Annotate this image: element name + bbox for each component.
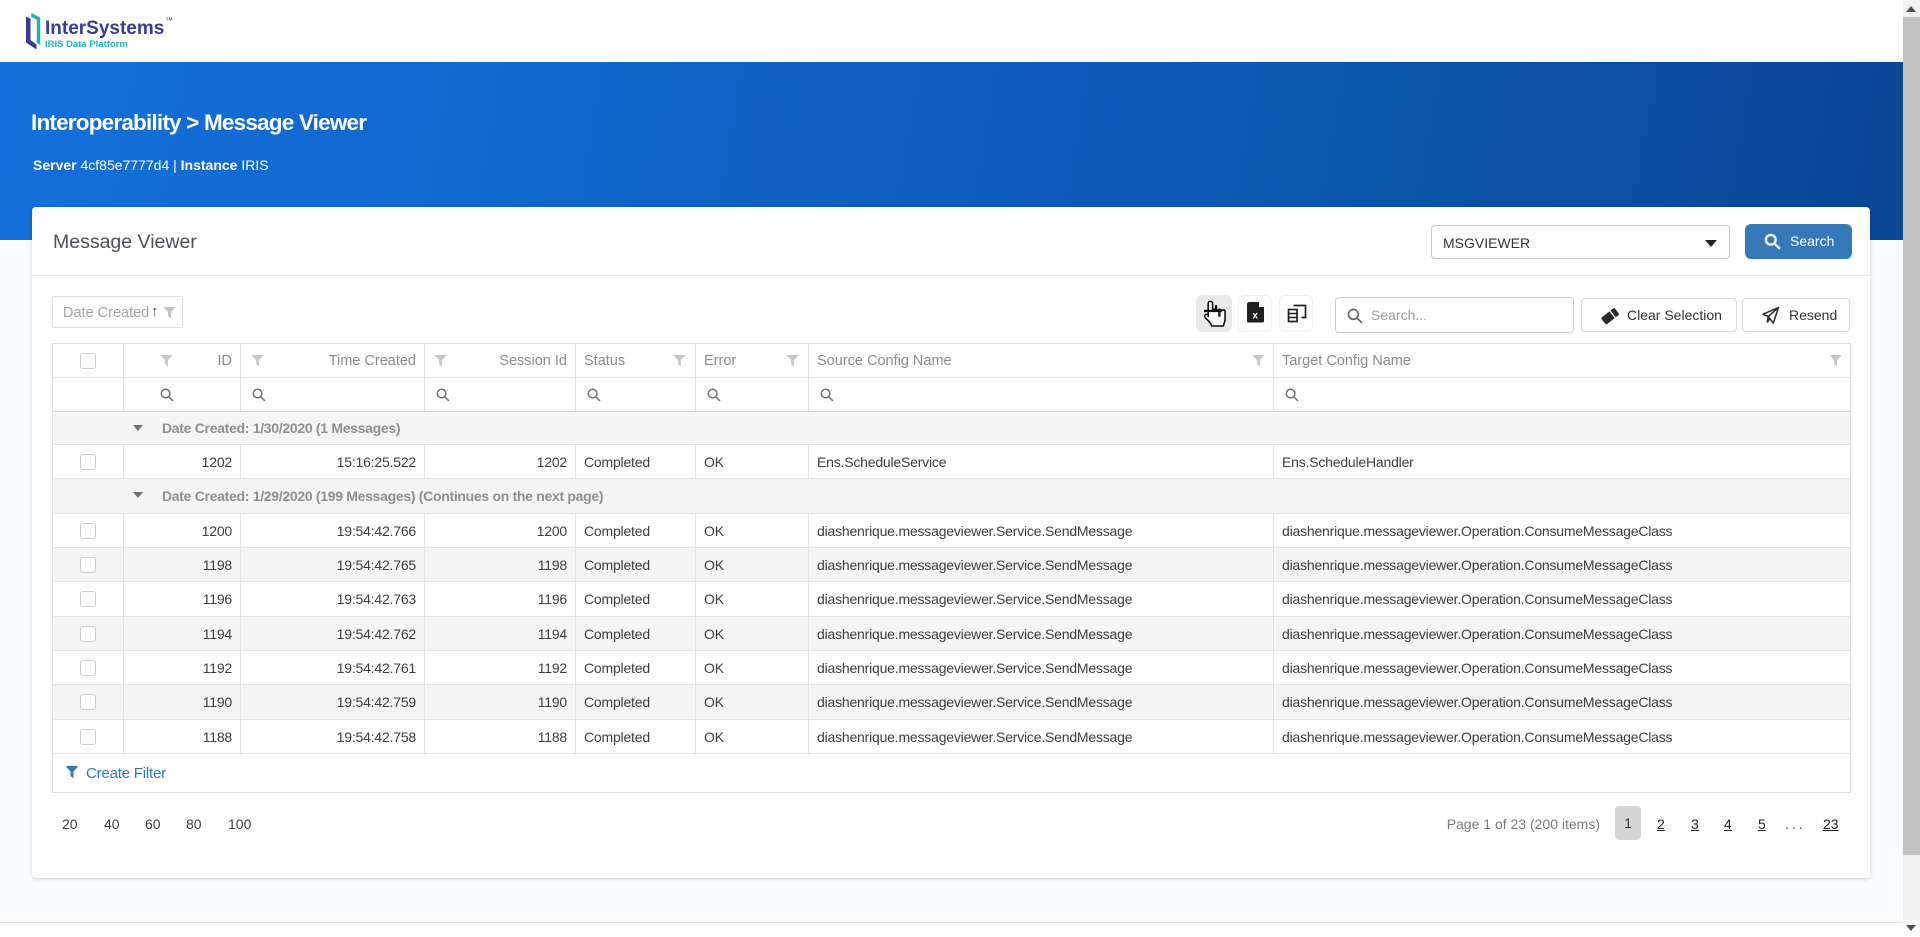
svg-text:™: ™ xyxy=(165,16,173,25)
svg-text:IRIS Data Platform: IRIS Data Platform xyxy=(45,39,128,50)
svg-text:InterSystems: InterSystems xyxy=(45,18,164,39)
svg-text:x: x xyxy=(1252,310,1258,321)
